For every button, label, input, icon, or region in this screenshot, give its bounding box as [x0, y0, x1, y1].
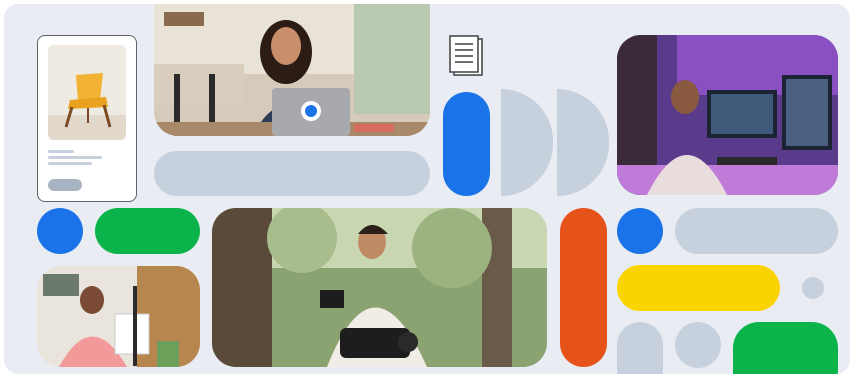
- photo-man-camera: [212, 208, 547, 367]
- yellow-pill: [617, 265, 780, 311]
- grey-half-circle-2: [557, 89, 609, 196]
- grey-circle-bottom: [675, 322, 721, 368]
- grey-dot-small: [802, 277, 824, 299]
- chair-image: [48, 45, 126, 140]
- collage-banner: [4, 4, 850, 374]
- blue-pill-vertical: [443, 92, 490, 196]
- document-icon: [448, 35, 484, 77]
- blue-circle-right: [617, 208, 663, 254]
- photo-woman-laptop: [154, 4, 430, 136]
- product-card: [37, 35, 137, 202]
- red-pill-vertical: [560, 208, 607, 367]
- green-arch-right: [733, 322, 838, 374]
- photo-woman-podcast: [37, 266, 200, 367]
- grey-pill-wide: [154, 151, 430, 196]
- grey-pill-right: [675, 208, 838, 254]
- green-pill-left: [95, 208, 200, 254]
- photo-man-computer: [617, 35, 838, 195]
- card-button[interactable]: [48, 179, 82, 191]
- grey-arch-left: [617, 322, 663, 374]
- blue-circle-left: [37, 208, 83, 254]
- grey-half-circle-1: [501, 89, 553, 196]
